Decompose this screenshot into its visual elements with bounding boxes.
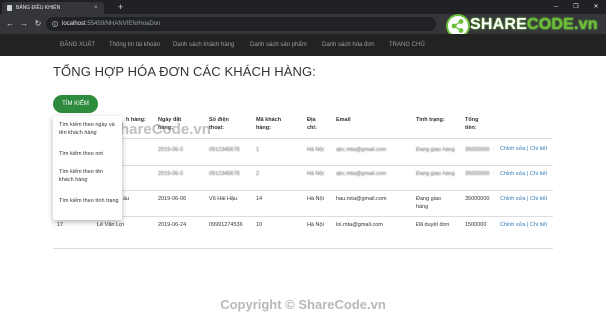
tab-title: BẢNG ĐIỀU KHIỂN	[16, 5, 61, 11]
page-title: TỔNG HỢP HÓA ĐƠN CÁC KHÁCH HÀNG:	[53, 64, 316, 79]
edit-link[interactable]: Chỉnh sửa	[500, 196, 525, 202]
cell-total: 35000000	[465, 147, 490, 153]
cell-customer-id: 10	[256, 222, 263, 228]
close-window-icon[interactable]: ✕	[586, 0, 606, 14]
row-divider	[53, 190, 553, 191]
forward-arrow-icon[interactable]: →	[18, 18, 30, 30]
browser-tab[interactable]: BẢNG ĐIỀU KHIỂN ×	[2, 2, 104, 14]
site-navbar: ĐĂNG XUẤT Thông tin tài khoản Danh sách …	[0, 34, 606, 56]
cell-date: 2019-06-06	[158, 196, 187, 202]
edit-link[interactable]: Chỉnh sửa	[500, 222, 525, 228]
row-actions: Chỉnh sửa | Chi tiết	[500, 146, 548, 152]
restore-icon[interactable]: ❐	[566, 0, 586, 14]
header-customer-id: Mã khách hàng:	[256, 117, 282, 131]
detail-link[interactable]: Chi tiết	[530, 196, 547, 202]
copyright-watermark: Copyright © ShareCode.vn	[220, 297, 386, 312]
cell-email: loi.mta@gmail.com	[336, 222, 383, 228]
cell-phone: 0912345678	[209, 147, 240, 153]
dropdown-item-place[interactable]: Tìm kiếm theo nơi	[59, 150, 119, 158]
cell-customer-id: 14	[256, 196, 263, 202]
minimize-icon[interactable]: ─	[546, 0, 566, 14]
cell-date: 2019-06-24	[158, 222, 187, 228]
cell-invoice-id: 17	[57, 222, 64, 228]
url-text: localhost:55459/NHANVIEN/HoaDon	[62, 21, 161, 27]
row-actions: Chỉnh sửa | Chi tiết	[500, 171, 548, 177]
cell-phone: 0912345678	[209, 171, 240, 177]
cell-email: abc.mta@gmail.com	[336, 171, 387, 177]
header-address: Địa chỉ:	[307, 117, 317, 131]
cell-email: abc.mta@gmail.com	[336, 147, 387, 153]
dropdown-item-date-and-name[interactable]: Tìm kiếm theo ngày và tên khách hàng	[59, 121, 119, 137]
detail-link[interactable]: Chi tiết	[530, 171, 547, 177]
window-controls: ─ ❐ ✕	[546, 0, 606, 14]
detail-link[interactable]: Chi tiết	[530, 222, 547, 228]
cell-email: hau.mta@gmail.com	[336, 196, 387, 202]
browser-tabstrip: BẢNG ĐIỀU KHIỂN × + ─ ❐ ✕	[0, 0, 606, 14]
cell-total: 35000000	[465, 171, 490, 177]
edit-link[interactable]: Chỉnh sửa	[500, 146, 525, 152]
cell-address: Hà Nội	[307, 147, 324, 153]
cell-phone: 09991274536	[209, 222, 243, 228]
row-actions: Chỉnh sửa | Chi tiết	[500, 222, 548, 228]
info-icon	[52, 21, 58, 27]
cell-customer-id: 2	[256, 171, 260, 177]
address-bar[interactable]: localhost:55459/NHANVIEN/HoaDon	[46, 17, 436, 31]
nav-home[interactable]: TRANG CHỦ	[389, 34, 425, 56]
dropdown-item-customer-name[interactable]: Tìm kiếm theo tên khách hàng	[59, 168, 119, 184]
tab-close-icon[interactable]: ×	[94, 2, 98, 14]
cell-status: Đang giao hàng	[416, 147, 455, 153]
cell-total: 35000000	[465, 196, 490, 202]
header-phone: Số điện thoại:	[209, 117, 229, 131]
search-button[interactable]: TÌM KIẾM	[53, 95, 98, 113]
header-email: Email	[336, 117, 351, 123]
cell-status: Đang giao hàng	[416, 171, 455, 177]
sharecode-watermark: ShareCode.vn	[110, 121, 211, 138]
cell-address: Hà Nội	[307, 171, 324, 177]
sharecode-logo-text: SHARECODE.vn	[470, 16, 598, 33]
nav-invoice-list[interactable]: Danh sách hóa đơn	[322, 34, 375, 56]
detail-link[interactable]: Chi tiết	[530, 146, 547, 152]
search-dropdown-menu: Tìm kiếm theo ngày và tên khách hàng Tìm…	[53, 116, 122, 220]
nav-account-info[interactable]: Thông tin tài khoản	[109, 34, 160, 56]
cell-total: 1500000	[465, 222, 487, 228]
cell-status: Đã duyệt đơn	[416, 222, 450, 228]
cell-address: Hà Nội	[307, 222, 324, 228]
row-divider	[53, 165, 553, 166]
cell-customer-id: 1	[256, 147, 260, 153]
page-favicon-icon	[7, 5, 12, 11]
row-actions: Chỉnh sửa | Chi tiết	[500, 196, 548, 202]
row-divider	[53, 216, 553, 217]
cell-customer-name: ầu	[123, 196, 130, 202]
new-tab-icon[interactable]: +	[118, 1, 123, 13]
cell-phone: Vũ Hải Hậu	[209, 196, 238, 202]
cell-address: Hà Nội	[307, 196, 324, 202]
cell-date: 2019-06-0	[158, 171, 184, 177]
header-total: Tổng tiền:	[465, 117, 479, 131]
row-divider	[53, 138, 553, 139]
nav-customer-list[interactable]: Danh sách khách hàng	[173, 34, 234, 56]
cell-date: 2019-06-0	[158, 147, 184, 153]
nav-product-list[interactable]: Danh sách sản phẩm	[250, 34, 307, 56]
dropdown-item-status[interactable]: Tìm kiếm theo tình trạng	[59, 197, 119, 205]
back-arrow-icon[interactable]: ←	[4, 18, 16, 30]
nav-logout[interactable]: ĐĂNG XUẤT	[60, 34, 95, 56]
cell-status: Đang giao hàng	[416, 196, 442, 210]
header-status: Tình trạng:	[416, 117, 445, 123]
reload-icon[interactable]: ↻	[32, 18, 44, 30]
edit-link[interactable]: Chỉnh sửa	[500, 171, 525, 177]
cell-customer-name: Lê Văn Lợi	[97, 222, 124, 228]
row-divider	[53, 248, 553, 249]
